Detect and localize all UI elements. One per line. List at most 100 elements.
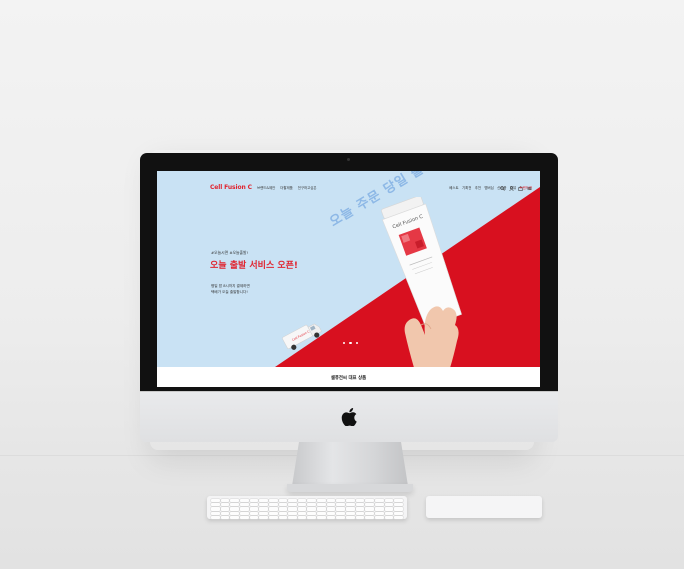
keyboard-key (355, 515, 365, 519)
user-icon[interactable] (509, 176, 514, 191)
keyboard-key (249, 515, 259, 519)
slider-dot[interactable] (343, 342, 346, 345)
keyboard-key (288, 515, 297, 519)
keyboard-key (288, 507, 297, 511)
keyboard-key (355, 511, 365, 515)
keyboard-key (375, 511, 384, 515)
keyboard-key (239, 499, 249, 503)
keyboard-key (297, 507, 307, 511)
keyboard-key (365, 515, 375, 519)
menu-item[interactable]: 기획전 (462, 185, 471, 190)
top-navigation: Cell Fusion C 브랜드&제안 더할제품 전구하고싶은 베스트 기획전… (157, 171, 540, 195)
keyboard-key (355, 499, 365, 503)
keyboard-key (297, 503, 307, 507)
keyboard-key (346, 503, 355, 507)
keyboard-key (211, 511, 220, 515)
search-icon[interactable] (500, 176, 505, 191)
keyboard-key (346, 515, 355, 519)
keyboard-key (249, 507, 259, 511)
keyboard-key (230, 511, 239, 515)
apple-logo-icon (341, 408, 357, 426)
menu-item[interactable]: 전구하고싶은 (298, 185, 317, 190)
keyboard-key (336, 503, 346, 507)
keyboard-key (211, 503, 220, 507)
keyboard-key (268, 515, 278, 519)
menu-item[interactable]: 추천 (475, 185, 481, 190)
brand-logo[interactable]: Cell Fusion C (210, 184, 252, 191)
keyboard-key (239, 511, 249, 515)
keyboard-key (394, 515, 403, 519)
keyboard-key (230, 499, 239, 503)
keyboard-key (355, 503, 365, 507)
trackpad (426, 496, 542, 518)
keyboard-key (336, 507, 346, 511)
sub-menu: 베스트 기획전 추천 멤버십 신상품 리뷰 브랜드관 (449, 185, 532, 190)
keyboard-key (249, 511, 259, 515)
keyboard-key (278, 499, 288, 503)
keyboard-key (375, 515, 384, 519)
keyboard-key (326, 499, 336, 503)
keyboard-key (384, 511, 394, 515)
keyboard-key (259, 499, 268, 503)
keyboard-key (307, 499, 317, 503)
menu-item[interactable]: 멤버십 (484, 185, 493, 190)
keyboard-key (365, 499, 375, 503)
hero-banner[interactable]: Cell Fusion C 브랜드&제안 더할제품 전구하고싶은 베스트 기획전… (157, 171, 540, 367)
keyboard-key (220, 507, 230, 511)
keyboard-key (394, 499, 403, 503)
utility-icons (500, 176, 532, 191)
keyboard-key (336, 511, 346, 515)
keyboard-key (307, 511, 317, 515)
keyboard-key (268, 503, 278, 507)
keyboard-key (394, 503, 403, 507)
camera (347, 158, 350, 161)
keyboard-key (326, 507, 336, 511)
keyboard-key (297, 515, 307, 519)
menu-item-active[interactable]: 브랜드관 (520, 185, 532, 190)
menu-item[interactable]: 브랜드&제안 (257, 185, 275, 190)
keyboard-key (278, 511, 288, 515)
keyboard-key (307, 515, 317, 519)
keyboard-key (239, 503, 249, 507)
keyboard-key (375, 507, 384, 511)
menu-icon[interactable] (527, 176, 532, 191)
keyboard-key (249, 503, 259, 507)
slider-dot[interactable] (349, 342, 352, 345)
keyboard-key (211, 499, 220, 503)
keyboard-key (259, 511, 268, 515)
keyboard-key (365, 511, 375, 515)
keyboard-key (278, 507, 288, 511)
slider-dot[interactable] (355, 342, 359, 345)
keyboard-key (375, 499, 384, 503)
keyboard-key (317, 499, 326, 503)
keyboard-key (230, 503, 239, 507)
slider-pagination (343, 342, 359, 345)
keyboard-key (211, 515, 220, 519)
keyboard-key (288, 511, 297, 515)
hero-description-line: 택배가 오늘 출발합니다! (211, 290, 248, 294)
keyboard-key (211, 507, 220, 511)
menu-item[interactable]: 리뷰 (510, 185, 516, 190)
menu-item[interactable]: 더할제품 (280, 185, 292, 190)
keyboard-key (230, 515, 239, 519)
keyboard-key (307, 507, 317, 511)
keyboard-key (375, 503, 384, 507)
bag-icon[interactable] (518, 176, 523, 191)
keyboard-key (394, 511, 403, 515)
hero-description: 평일 밤 8시까지 결제하면 택배가 오늘 출발합니다! (211, 283, 250, 295)
keyboard-key (317, 515, 326, 519)
keyboard-key (220, 511, 230, 515)
menu-item[interactable]: 베스트 (449, 185, 458, 190)
keyboard-key (268, 499, 278, 503)
keyboard-key (288, 503, 297, 507)
keyboard-key (268, 507, 278, 511)
keyboard-key (220, 515, 230, 519)
keyboard-key (394, 507, 403, 511)
keyboard-key (384, 503, 394, 507)
menu-item[interactable]: 신상품 (497, 185, 506, 190)
keyboard-key (336, 515, 346, 519)
hero-hashtags: #오늘시면 #오늘출발! (211, 250, 249, 255)
keyboard-key (249, 499, 259, 503)
keyboard-key (336, 499, 346, 503)
keyboard-key (278, 515, 288, 519)
